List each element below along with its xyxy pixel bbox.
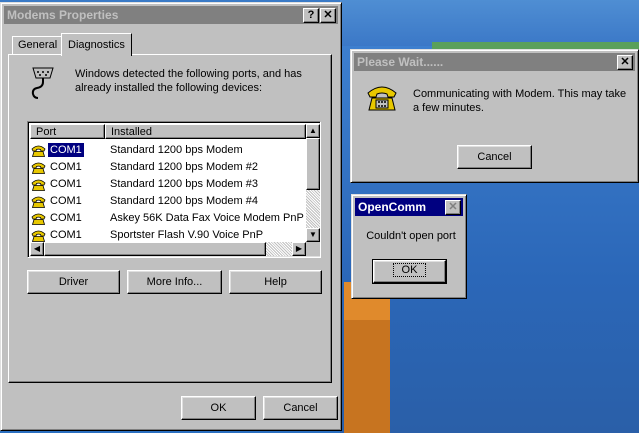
question-icon: ? <box>307 9 315 21</box>
cancel-button[interactable]: Cancel <box>263 396 338 420</box>
opencomm-title: OpenComm <box>358 200 427 214</box>
horizontal-scroll-thumb[interactable] <box>44 242 266 256</box>
modems-properties-window: Modems Properties ? ✕ General Diagnostic… <box>0 2 342 431</box>
scroll-up-button[interactable]: ▲ <box>306 124 320 138</box>
please-wait-cancel-label: Cancel <box>477 151 512 163</box>
opencomm-close-button[interactable]: ✕ <box>445 200 461 215</box>
row-installed: Standard 1200 bps Modem <box>110 144 243 156</box>
ok-button-label: OK <box>210 402 227 414</box>
list-item[interactable]: COM1 Standard 1200 bps Modem #4 <box>31 193 303 210</box>
close-icon: ✕ <box>620 56 630 68</box>
row-installed: Askey 56K Data Fax Voice Modem PnP <box>110 212 304 224</box>
please-wait-window: Please Wait...... ✕ Communicating with M… <box>350 49 639 183</box>
more-info-button-label: More Info... <box>146 276 203 288</box>
list-item[interactable]: COM1 Askey 56K Data Fax Voice Modem PnP <box>31 210 304 227</box>
help-button[interactable]: Help <box>229 270 322 294</box>
close-button[interactable]: ✕ <box>320 8 336 23</box>
scroll-right-button[interactable]: ▶ <box>292 242 306 256</box>
scroll-corner <box>306 242 320 256</box>
modem-icon <box>31 196 46 208</box>
modem-icon <box>31 162 46 174</box>
modem-icon <box>31 230 46 242</box>
close-icon: ✕ <box>448 201 458 213</box>
row-port: COM1 <box>50 229 82 241</box>
row-port: COM1 <box>50 195 82 207</box>
list-item[interactable]: COM1 Standard 1200 bps Modem <box>31 142 303 159</box>
opencomm-ok-button[interactable]: OK <box>372 259 447 284</box>
window-title: Modems Properties <box>7 8 119 22</box>
row-port: COM1 <box>50 161 82 173</box>
desktop-background-right <box>340 0 639 46</box>
please-wait-close-button[interactable]: ✕ <box>617 55 633 70</box>
please-wait-cancel-button[interactable]: Cancel <box>457 145 532 169</box>
scroll-left-button[interactable]: ◀ <box>30 242 44 256</box>
column-header-installed-label: Installed <box>111 126 152 138</box>
modem-icon <box>31 145 46 157</box>
serial-port-icon <box>31 67 54 99</box>
driver-button[interactable]: Driver <box>27 270 120 294</box>
scroll-down-button[interactable]: ▼ <box>306 228 320 242</box>
devices-list[interactable]: Port Installed COM1 Standard 1200 bps Mod… <box>27 121 321 258</box>
cancel-button-label: Cancel <box>283 402 318 414</box>
opencomm-titlebar[interactable]: OpenComm ✕ <box>355 198 463 216</box>
tab-diagnostics[interactable]: Diagnostics <box>61 33 132 56</box>
row-port: COM1 <box>50 178 82 190</box>
row-installed: Standard 1200 bps Modem #4 <box>110 195 258 207</box>
modem-icon <box>31 213 46 225</box>
modem-icon <box>31 179 46 191</box>
opencomm-ok-label: OK <box>392 263 427 277</box>
more-info-button[interactable]: More Info... <box>127 270 222 294</box>
help-button-label: Help <box>264 276 287 288</box>
please-wait-title: Please Wait...... <box>357 55 444 69</box>
tab-diagnostics-label: Diagnostics <box>68 39 125 51</box>
column-header-installed[interactable]: Installed <box>105 124 306 139</box>
please-wait-message: Communicating with Modem. This may take … <box>413 88 627 114</box>
opencomm-message: Couldn't open port <box>366 230 456 242</box>
telephone-icon <box>367 86 397 111</box>
driver-button-label: Driver <box>58 276 89 288</box>
row-installed: Standard 1200 bps Modem #3 <box>110 178 258 190</box>
opencomm-window: OpenComm ✕ Couldn't open port OK <box>351 194 467 299</box>
tab-general[interactable]: General <box>12 36 64 54</box>
please-wait-titlebar[interactable]: Please Wait...... ✕ <box>354 53 635 71</box>
column-header-port-label: Port <box>36 126 57 138</box>
vertical-scroll-thumb[interactable] <box>306 138 320 190</box>
row-port: COM1 <box>50 212 82 224</box>
column-header-port[interactable]: Port <box>30 124 105 139</box>
list-item[interactable]: COM1 Standard 1200 bps Modem #3 <box>31 176 303 193</box>
tab-general-label: General <box>18 39 58 51</box>
row-installed: Standard 1200 bps Modem #2 <box>110 161 258 173</box>
desktop-background-orange-dark <box>344 320 390 433</box>
diagnostics-description: Windows detected the following ports, an… <box>75 68 302 94</box>
modems-titlebar[interactable]: Modems Properties ? ✕ <box>4 6 338 24</box>
help-title-button[interactable]: ? <box>303 8 319 23</box>
close-icon: ✕ <box>323 9 333 21</box>
list-item[interactable]: COM1 Standard 1200 bps Modem #2 <box>31 159 303 176</box>
row-port: COM1 <box>47 142 85 158</box>
ok-button[interactable]: OK <box>181 396 256 420</box>
